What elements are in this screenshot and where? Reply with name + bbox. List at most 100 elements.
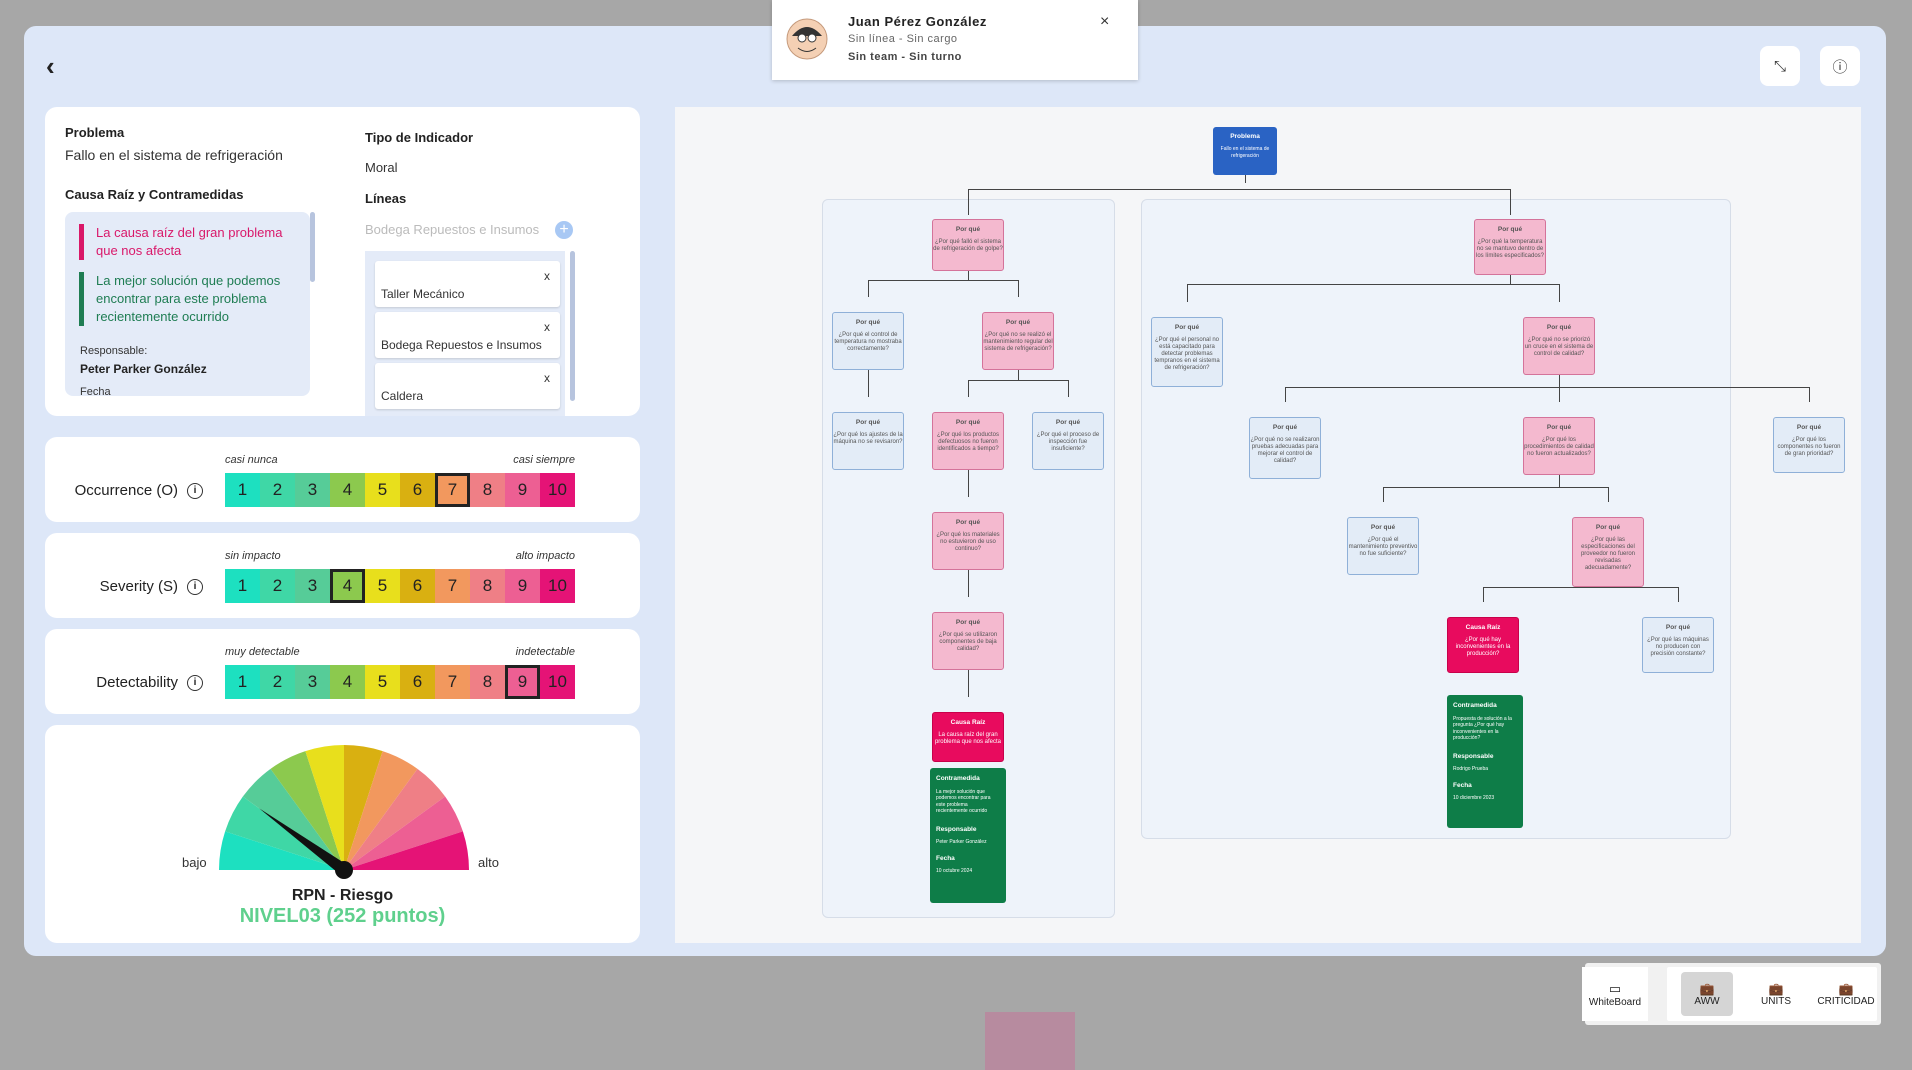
info-icon[interactable]: i <box>187 579 203 595</box>
gauge-hub <box>335 861 353 879</box>
scale-cell[interactable]: 2 <box>260 473 295 507</box>
countermeasure-node[interactable]: Contramedida Propuesta de solución a la … <box>1447 695 1523 828</box>
scale-cell[interactable]: 2 <box>260 569 295 603</box>
scale-high-label: alto impacto <box>515 550 575 562</box>
lines-select[interactable]: Bodega Repuestos e Insumos <box>365 222 543 237</box>
problem-node[interactable]: Problema Fallo en el sistema de refrigera… <box>1213 127 1277 175</box>
scale-cell[interactable]: 7 <box>435 473 470 507</box>
toast-line1: Sin línea - Sin cargo <box>848 33 958 45</box>
why-node[interactable]: Por qué ¿Por qué los procedimientos de ca… <box>1523 417 1595 475</box>
line-chip: Taller Mecánico x <box>375 261 560 307</box>
why-node[interactable]: Por qué ¿Por qué las especificaciones del… <box>1572 517 1644 587</box>
scale-cell[interactable]: 10 <box>540 569 575 603</box>
info-icon[interactable]: i <box>187 675 203 691</box>
node-title: Contramedida <box>936 775 980 782</box>
node-title: Por qué <box>955 419 981 426</box>
why-node[interactable]: Por qué ¿Por qué el proceso de inspección… <box>1032 412 1104 470</box>
root-cause-box[interactable]: La causa raíz del gran problema que nos … <box>65 212 310 396</box>
briefcase-icon: 💼 <box>1699 981 1715 996</box>
scale-cell[interactable]: 6 <box>400 473 435 507</box>
scrollbar[interactable] <box>310 212 315 282</box>
scale-cells: 1 2 3 4 5 6 7 8 9 10 <box>225 569 575 603</box>
scale-cell[interactable]: 8 <box>470 473 505 507</box>
whiteboard-diagram[interactable]: Problema Fallo en el sistema de refrigera… <box>675 107 1861 943</box>
close-icon[interactable]: × <box>1100 13 1109 31</box>
connector <box>1285 387 1286 402</box>
scale-cell[interactable]: 5 <box>365 665 400 699</box>
connector <box>968 189 969 215</box>
node-text: ¿Por qué no se realizaron pruebas adecua… <box>1250 437 1320 464</box>
scale-title: Occurrence (O) <box>74 482 178 499</box>
scale-cell[interactable]: 1 <box>225 473 260 507</box>
why-node[interactable]: Por qué ¿Por qué se utilizaron componente… <box>932 612 1004 670</box>
node-title: Por qué <box>1665 624 1691 631</box>
why-node[interactable]: Por qué ¿Por qué los productos defectuoso… <box>932 412 1004 470</box>
why-node[interactable]: Por qué ¿Por qué no se realizó el manteni… <box>982 312 1054 370</box>
scale-high-label: indetectable <box>515 646 575 658</box>
problem-value: Fallo en el sistema de refrigeración <box>65 147 283 163</box>
why-node[interactable]: Por qué ¿Por qué los ajustes de la máquin… <box>832 412 904 470</box>
scale-cell[interactable]: 8 <box>470 665 505 699</box>
info-icon[interactable]: i <box>187 483 203 499</box>
why-node[interactable]: Por qué ¿Por qué no se realizaron pruebas… <box>1249 417 1321 479</box>
why-node[interactable]: Por qué ¿Por qué los materiales no estuvi… <box>932 512 1004 570</box>
scale-cell[interactable]: 5 <box>365 473 400 507</box>
scale-cell[interactable]: 7 <box>435 569 470 603</box>
connector <box>868 280 1018 281</box>
info-icon[interactable]: ⓘ <box>1820 46 1860 86</box>
connector <box>1510 189 1511 215</box>
gauge-title: RPN - Riesgo <box>291 887 394 904</box>
why-node[interactable]: Por qué ¿Por qué los componentes no fuero… <box>1773 417 1845 473</box>
scale-cell[interactable]: 9 <box>505 473 540 507</box>
countermeasure-node[interactable]: Contramedida La mejor solución que podem… <box>930 768 1006 903</box>
scale-cell[interactable]: 4 <box>330 665 365 699</box>
scale-cell[interactable]: 9 <box>505 569 540 603</box>
collapse-icon[interactable]: ⤡ <box>1760 46 1800 86</box>
back-icon[interactable]: ‹ <box>46 52 70 80</box>
why-node[interactable]: Por qué ¿Por qué el control de temperatur… <box>832 312 904 370</box>
root-cause-note: La causa raíz del gran problema que nos … <box>79 224 299 260</box>
scale-cell[interactable]: 1 <box>225 569 260 603</box>
criticidad-button[interactable]: 💼 CRITICIDAD <box>1813 967 1879 1021</box>
why-node[interactable]: Por qué ¿Por qué el mantenimiento prevent… <box>1347 517 1419 575</box>
scale-cell[interactable]: 6 <box>400 569 435 603</box>
scrollbar[interactable] <box>570 251 575 401</box>
add-icon[interactable]: + <box>555 221 573 239</box>
scale-cell[interactable]: 2 <box>260 665 295 699</box>
remove-icon[interactable]: x <box>544 269 550 283</box>
remove-icon[interactable]: x <box>544 371 550 385</box>
why-node[interactable]: Por qué ¿Por qué la temperatura no se man… <box>1474 219 1546 275</box>
node-title: Por qué <box>1055 419 1081 426</box>
why-node[interactable]: Por qué ¿Por qué el personal no está capa… <box>1151 317 1223 387</box>
units-button[interactable]: 💼 UNITS <box>1751 967 1801 1021</box>
aww-button[interactable]: 💼 AWW <box>1681 972 1733 1016</box>
node-text: 10 diciembre 2023 <box>1453 795 1495 801</box>
node-text: ¿Por qué falló el sistema de refrigeraci… <box>933 239 1003 252</box>
node-text: ¿Por qué no se priorizó un cruce en el s… <box>1524 337 1594 357</box>
node-title: Causa Raíz <box>1465 624 1501 631</box>
scale-cell[interactable]: 3 <box>295 665 330 699</box>
why-node[interactable]: Por qué ¿Por qué las máquinas no producen… <box>1642 617 1714 673</box>
scale-cells: 1 2 3 4 5 6 7 8 9 10 <box>225 473 575 507</box>
scale-cell[interactable]: 1 <box>225 665 260 699</box>
scale-cell[interactable]: 7 <box>435 665 470 699</box>
scale-cell[interactable]: 3 <box>295 473 330 507</box>
scale-cell[interactable]: 10 <box>540 665 575 699</box>
scale-cell[interactable]: 10 <box>540 473 575 507</box>
connector <box>1559 284 1560 302</box>
whiteboard-button[interactable]: ▭ WhiteBoard <box>1582 967 1648 1021</box>
remove-icon[interactable]: x <box>544 320 550 334</box>
scale-cell[interactable]: 3 <box>295 569 330 603</box>
scale-cell[interactable]: 8 <box>470 569 505 603</box>
scale-cell[interactable]: 4 <box>330 569 365 603</box>
connector <box>1285 387 1809 388</box>
why-node[interactable]: Por qué ¿Por qué falló el sistema de refr… <box>932 219 1004 271</box>
scale-cell[interactable]: 6 <box>400 665 435 699</box>
scale-cell[interactable]: 5 <box>365 569 400 603</box>
scale-cell[interactable]: 4 <box>330 473 365 507</box>
root-cause-node[interactable]: Causa Raíz ¿Por qué hay inconvenientes en… <box>1447 617 1519 673</box>
root-cause-node[interactable]: Causa Raíz La causa raíz del gran problem… <box>932 712 1004 762</box>
scale-cell[interactable]: 9 <box>505 665 540 699</box>
line-chip: Bodega Repuestos e Insumos x <box>375 312 560 358</box>
why-node[interactable]: Por qué ¿Por qué no se priorizó un cruce … <box>1523 317 1595 375</box>
